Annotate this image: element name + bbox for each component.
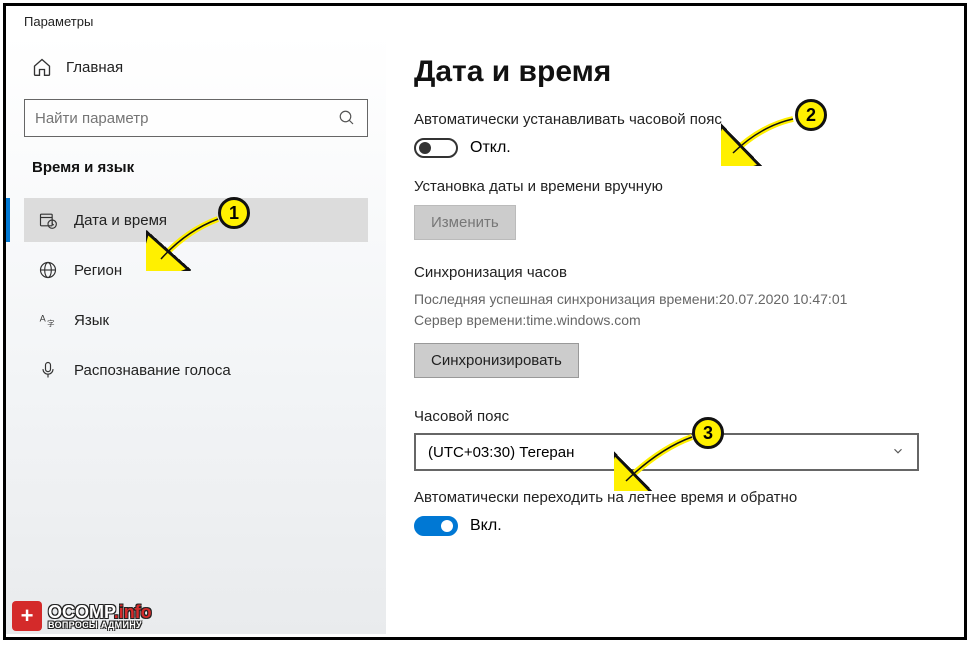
- toggle-state: Вкл.: [470, 517, 502, 535]
- svg-text:字: 字: [47, 318, 54, 328]
- calendar-clock-icon: [38, 210, 58, 230]
- callout-2: 2: [795, 99, 827, 131]
- search-box[interactable]: [24, 99, 368, 137]
- window-title: Параметры: [6, 6, 964, 33]
- settings-window: Параметры Главная Время и язык Дат: [3, 3, 967, 640]
- sync-meta: Последняя успешная синхронизация времени…: [414, 289, 924, 331]
- home-icon: [32, 57, 52, 77]
- watermark: + OCOMP.info ВОПРОСЫ АДМИНУ: [12, 601, 152, 631]
- timezone-select[interactable]: (UTC+03:30) Тегеран: [414, 433, 919, 471]
- sidebar-item-language[interactable]: A字 Язык: [24, 298, 368, 342]
- dst-label: Автоматически переходить на летнее время…: [414, 489, 924, 506]
- nav-label: Дата и время: [74, 212, 167, 229]
- language-icon: A字: [38, 310, 58, 330]
- globe-icon: [38, 260, 58, 280]
- dst-toggle[interactable]: [414, 516, 458, 536]
- microphone-icon: [38, 360, 58, 380]
- svg-text:A: A: [40, 314, 47, 324]
- nav-label: Регион: [74, 262, 122, 279]
- callout-3: 3: [692, 417, 724, 449]
- sidebar-item-region[interactable]: Регион: [24, 248, 368, 292]
- search-input[interactable]: [35, 110, 337, 127]
- timezone-value: (UTC+03:30) Тегеран: [428, 444, 574, 461]
- page-title: Дата и время: [414, 55, 924, 89]
- nav-label: Распознавание голоса: [74, 362, 231, 379]
- timezone-label: Часовой пояс: [414, 408, 924, 425]
- callout-1: 1: [218, 197, 250, 229]
- search-icon: [337, 108, 357, 128]
- auto-timezone-toggle[interactable]: [414, 138, 458, 158]
- sync-last: Последняя успешная синхронизация времени…: [414, 289, 924, 310]
- home-nav[interactable]: Главная: [24, 53, 368, 81]
- content: Дата и время Автоматически устанавливать…: [386, 33, 964, 634]
- sidebar-item-voice[interactable]: Распознавание голоса: [24, 348, 368, 392]
- sync-server: Сервер времени:time.windows.com: [414, 310, 924, 331]
- manual-datetime-label: Установка даты и времени вручную: [414, 178, 924, 195]
- sync-heading: Синхронизация часов: [414, 264, 924, 281]
- home-label: Главная: [66, 59, 123, 76]
- change-button: Изменить: [414, 205, 516, 240]
- watermark-badge: +: [12, 601, 42, 631]
- watermark-sub: ВОПРОСЫ АДМИНУ: [48, 621, 152, 630]
- watermark-main: OCOMP.info: [48, 603, 152, 621]
- sidebar-item-date-time[interactable]: Дата и время: [24, 198, 368, 242]
- chevron-down-icon: [891, 444, 905, 461]
- dst-toggle-row: Вкл.: [414, 516, 924, 536]
- auto-timezone-label: Автоматически устанавливать часовой пояс: [414, 111, 924, 128]
- auto-timezone-toggle-row: Откл.: [414, 138, 924, 158]
- toggle-state: Откл.: [470, 139, 511, 157]
- category-title: Время и язык: [32, 159, 360, 176]
- nav-label: Язык: [74, 312, 109, 329]
- sidebar: Главная Время и язык Дата и время Ре: [6, 33, 386, 634]
- sync-button[interactable]: Синхронизировать: [414, 343, 579, 378]
